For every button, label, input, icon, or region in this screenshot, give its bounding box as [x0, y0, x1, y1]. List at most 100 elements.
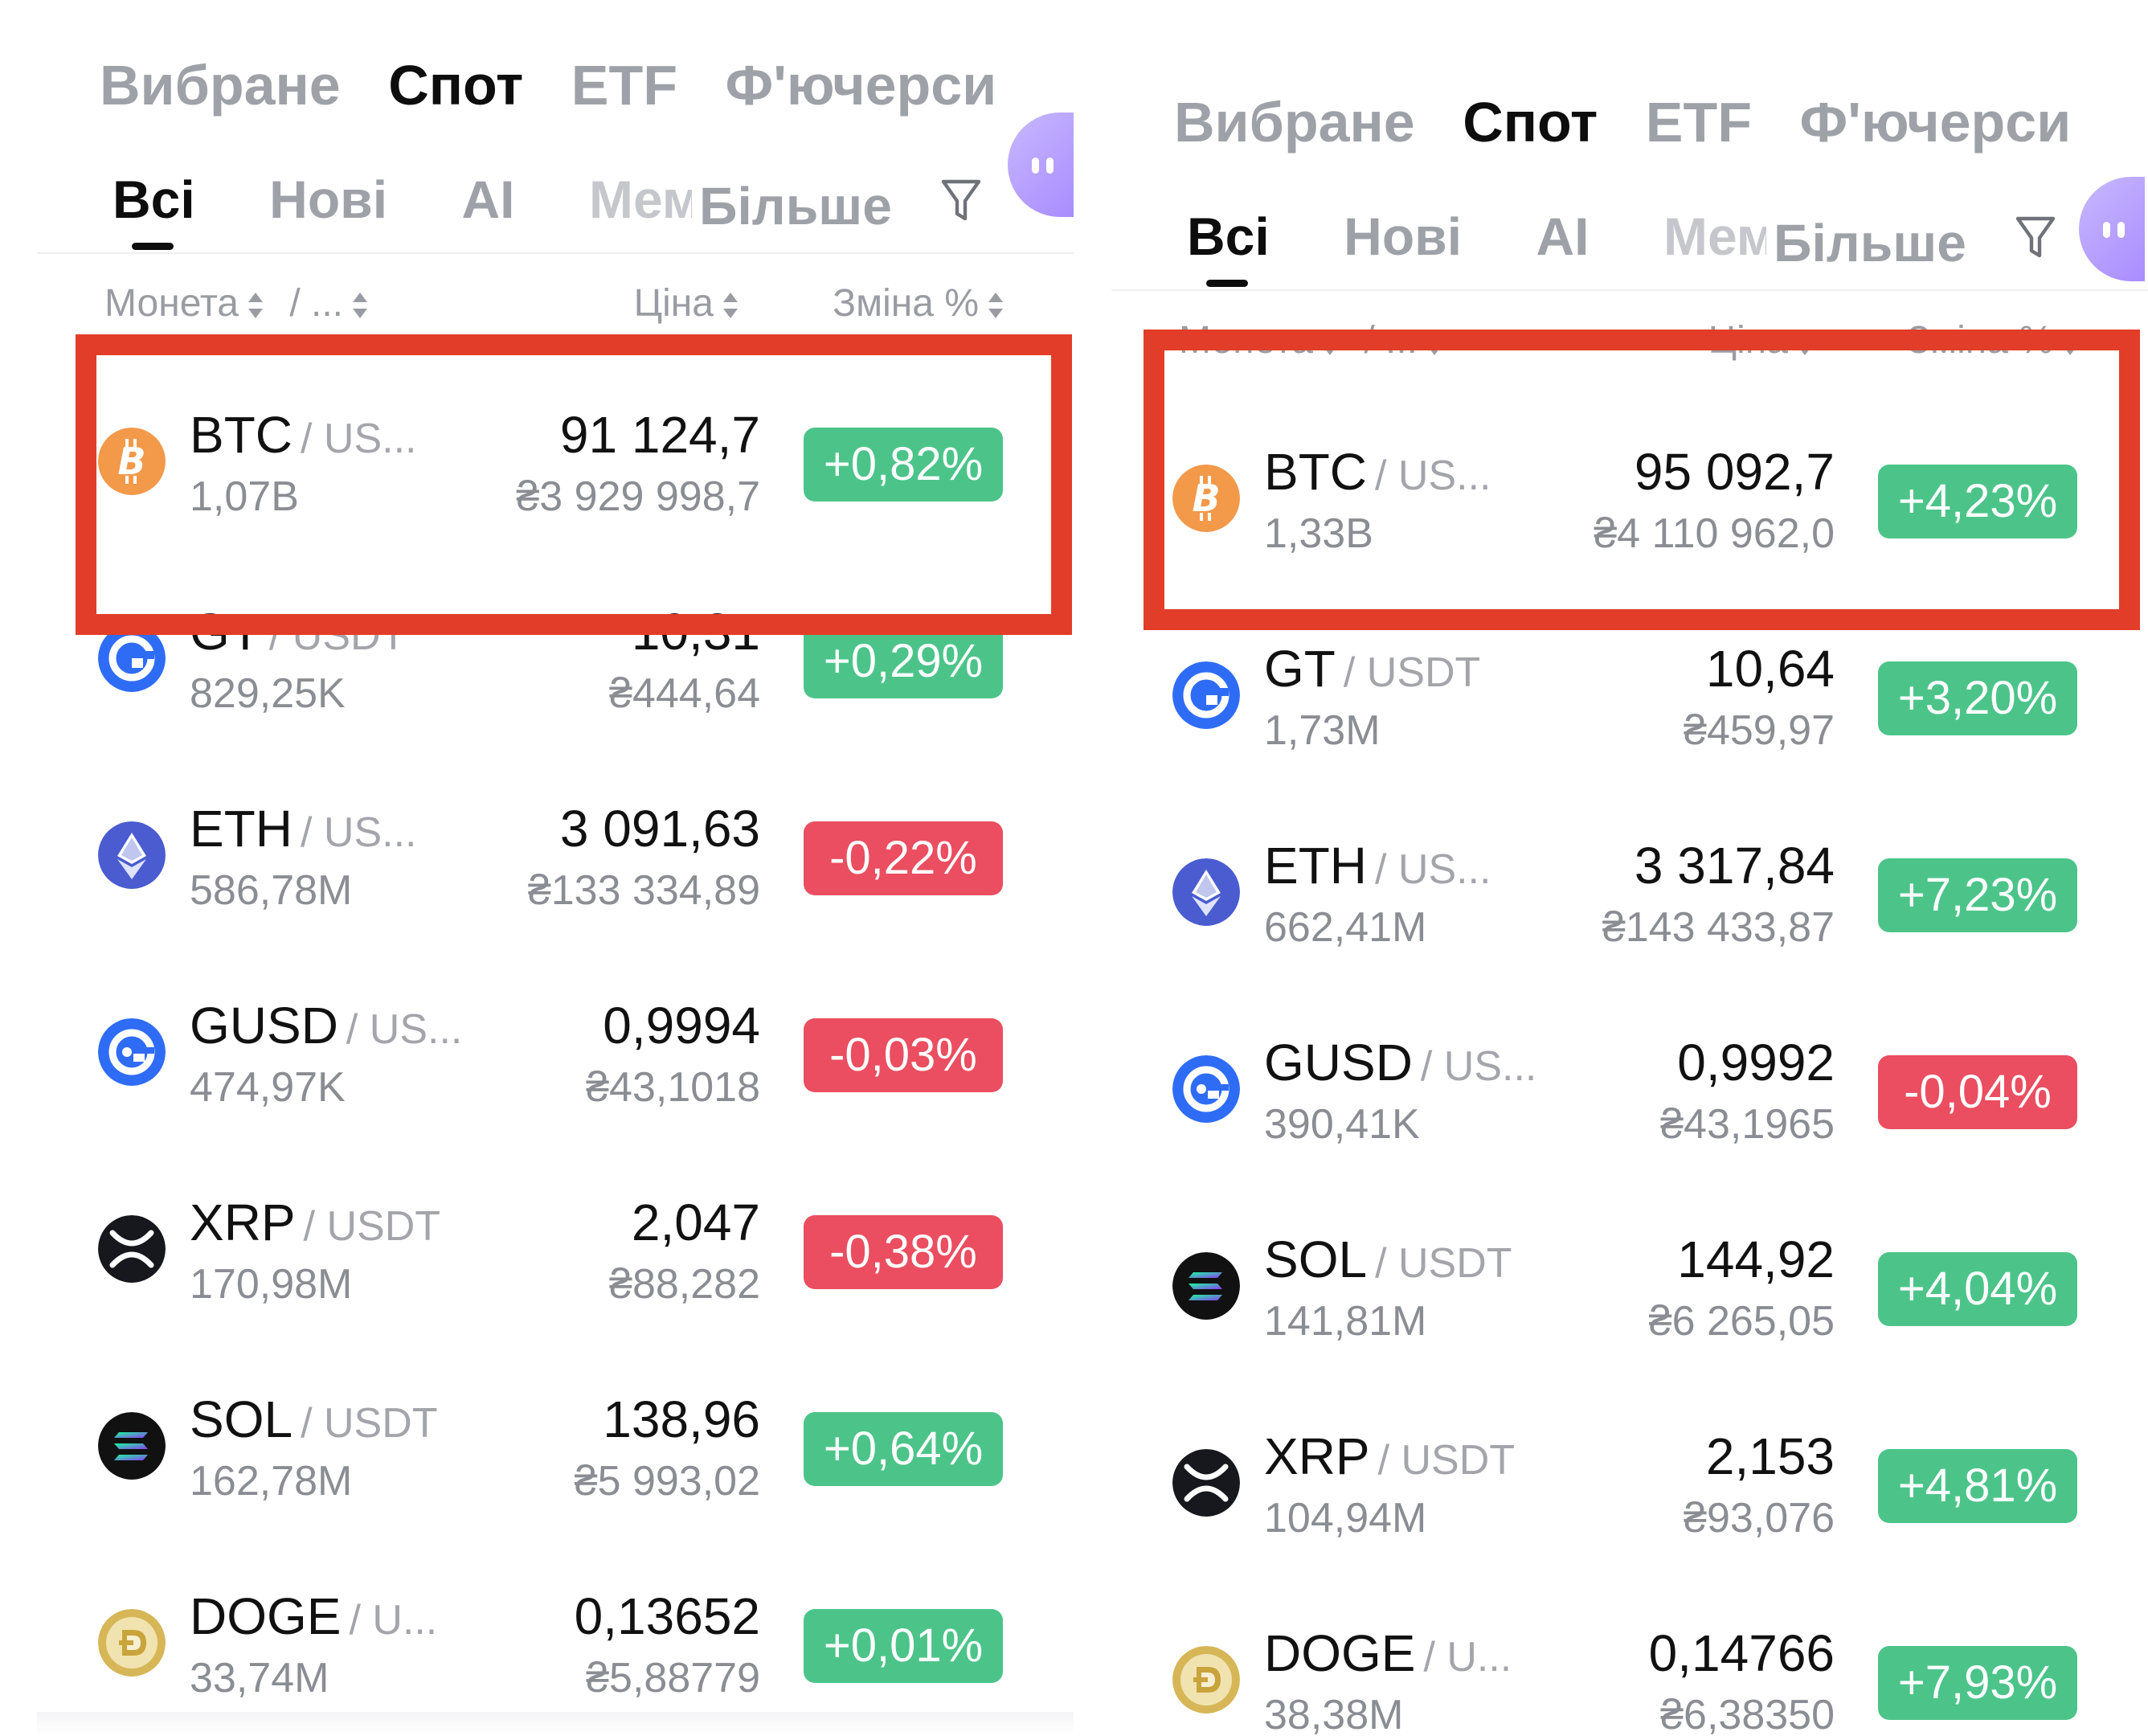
tab-all[interactable]: Всі — [113, 169, 195, 250]
price-uah: ₴459,97 — [1684, 707, 1835, 754]
coin-symbol: XRP — [1264, 1427, 1370, 1485]
market-row-eth[interactable]: ETH / US... 586,78M 3 091,63 ₴133 334,89 -0,2… — [0, 747, 1074, 944]
sort-by-volume[interactable]: / ... — [289, 282, 343, 325]
market-row-gusd[interactable]: GUSD / US... 390,41K 0,9992 ₴43,1965 -0,04% — [1074, 981, 2148, 1178]
sort-by-change[interactable]: Зміна % — [833, 282, 979, 325]
sol-icon — [98, 1412, 166, 1480]
change-badge[interactable]: +0,29% — [804, 624, 1003, 698]
sort-icon[interactable] — [987, 288, 1004, 323]
coin-symbol: DOGE — [190, 1587, 342, 1645]
volume-24h: 586,78M — [190, 867, 353, 914]
last-price: 144,92 — [1677, 1230, 1835, 1288]
tab-futures[interactable]: Ф'ючерси — [725, 53, 996, 117]
change-badge[interactable]: +7,23% — [1878, 858, 2077, 932]
price-uah: ₴5,88779 — [586, 1655, 760, 1701]
doge-icon — [98, 1609, 166, 1677]
volume-24h: 170,98M — [190, 1261, 353, 1308]
price-uah: ₴93,076 — [1684, 1495, 1835, 1542]
market-row-doge[interactable]: DOGE / U... 33,74M 0,13652 ₴5,88779 +0,01% — [0, 1535, 1074, 1732]
tab-favorites[interactable]: Вибране — [1174, 90, 1415, 154]
change-badge[interactable]: -0,38% — [804, 1215, 1003, 1289]
last-price: 2,047 — [631, 1194, 760, 1251]
tab-futures[interactable]: Ф'ючерси — [1799, 90, 2071, 154]
market-row-eth[interactable]: ETH / US... 662,41M 3 317,84 ₴143 433,87 +7,2… — [1074, 784, 2148, 981]
change-badge[interactable]: +4,04% — [1878, 1252, 2077, 1326]
last-price: 2,153 — [1705, 1427, 1835, 1485]
sort-icon[interactable] — [351, 288, 369, 323]
last-price: 138,96 — [603, 1390, 760, 1448]
change-badge[interactable]: +7,93% — [1878, 1646, 2077, 1720]
pair-name: XRP / USDT — [190, 1193, 440, 1252]
sort-by-coin[interactable]: Монета — [104, 282, 239, 325]
quote-currency: / US... — [346, 1006, 463, 1053]
market-tabs: Вибране Спот ETF Ф'ючерси — [100, 53, 1041, 133]
coin-symbol: ETH — [190, 800, 293, 858]
tab-new[interactable]: Нові — [1344, 206, 1462, 267]
change-badge[interactable]: -0,03% — [804, 1018, 1003, 1092]
category-tabs: Всі Нові AI Мем — [113, 169, 722, 250]
volume-24h: 662,41M — [1264, 904, 1427, 951]
change-badge[interactable]: +0,01% — [804, 1609, 1003, 1683]
quote-currency: / US... — [1420, 1043, 1537, 1090]
tab-new[interactable]: Нові — [269, 169, 387, 230]
quote-currency: / US... — [301, 809, 417, 856]
pair-name: GUSD / US... — [190, 996, 462, 1055]
change-badge[interactable]: -0,04% — [1878, 1055, 2077, 1129]
tab-etf[interactable]: ETF — [1646, 90, 1752, 154]
pair-name: XRP / USDT — [1264, 1427, 1515, 1486]
volume-24h: 829,25K — [190, 670, 346, 717]
last-price: 0,9992 — [1677, 1034, 1835, 1091]
volume-24h: 141,81M — [1264, 1298, 1427, 1345]
volume-24h: 474,97K — [190, 1064, 346, 1111]
market-row-xrp[interactable]: XRP / USDT 170,98M 2,047 ₴88,282 -0,38% — [0, 1141, 1074, 1338]
quote-currency: / USDT — [1343, 649, 1481, 696]
tab-all[interactable]: Всі — [1187, 206, 1270, 287]
eth-icon — [1172, 858, 1240, 926]
filter-icon[interactable] — [940, 177, 982, 225]
tab-meme[interactable]: Мем — [1663, 206, 1766, 267]
coin-symbol: SOL — [190, 1390, 293, 1448]
last-price: 10,64 — [1705, 640, 1835, 698]
last-price: 0,9994 — [603, 997, 760, 1054]
coin-symbol: XRP — [190, 1194, 296, 1251]
filter-icon[interactable] — [2015, 214, 2056, 262]
last-price: 3 091,63 — [559, 800, 760, 858]
tab-spot[interactable]: Спот — [388, 53, 523, 117]
volume-24h: 33,74M — [190, 1655, 329, 1701]
sort-icon[interactable] — [247, 288, 264, 323]
change-badge[interactable]: +4,81% — [1878, 1449, 2077, 1523]
tab-favorites[interactable]: Вибране — [100, 53, 341, 117]
quote-currency: / USDT — [303, 1203, 441, 1250]
market-row-sol[interactable]: SOL / USDT 141,81M 144,92 ₴6 265,05 +4,04% — [1074, 1178, 2148, 1375]
price-uah: ₴143 433,87 — [1602, 904, 1835, 951]
market-row-gusd[interactable]: GUSD / US... 474,97K 0,9994 ₴43,1018 -0,03% — [0, 944, 1074, 1141]
price-uah: ₴133 334,89 — [527, 867, 760, 914]
bottom-fade — [37, 1712, 1074, 1736]
sort-icon[interactable] — [722, 288, 739, 323]
highlight-box — [1144, 330, 2140, 630]
price-uah: ₴43,1965 — [1660, 1101, 1835, 1148]
tab-meme[interactable]: Мем — [589, 169, 692, 230]
market-row-sol[interactable]: SOL / USDT 162,78M 138,96 ₴5 993,02 +0,64% — [0, 1338, 1074, 1535]
last-price: 0,14766 — [1648, 1624, 1835, 1682]
quote-currency: / USDT — [1377, 1437, 1516, 1484]
market-row-doge[interactable]: DOGE / U... 38,38M 0,14766 ₴6,38350 +7,93% — [1074, 1572, 2148, 1736]
more-button[interactable]: Більше — [699, 175, 892, 236]
gusd-icon — [98, 1018, 166, 1086]
market-row-xrp[interactable]: XRP / USDT 104,94M 2,153 ₴93,076 +4,81% — [1074, 1375, 2148, 1572]
more-button[interactable]: Більше — [1774, 212, 1966, 273]
tabs-divider — [1111, 289, 2148, 291]
xrp-icon — [98, 1215, 166, 1283]
volume-24h: 104,94M — [1264, 1495, 1427, 1542]
tab-spot[interactable]: Спот — [1463, 90, 1598, 154]
tab-etf[interactable]: ETF — [571, 53, 677, 117]
change-badge[interactable]: +3,20% — [1878, 661, 2077, 735]
change-badge[interactable]: -0,22% — [804, 821, 1003, 895]
tab-ai[interactable]: AI — [1536, 206, 1590, 267]
tab-ai[interactable]: AI — [462, 169, 515, 230]
pair-name: SOL / USDT — [190, 1390, 438, 1449]
change-badge[interactable]: +0,64% — [804, 1412, 1003, 1486]
pair-name: ETH / US... — [190, 799, 416, 858]
sort-by-price[interactable]: Ціна — [634, 282, 714, 325]
quote-currency: / USDT — [1375, 1240, 1512, 1287]
